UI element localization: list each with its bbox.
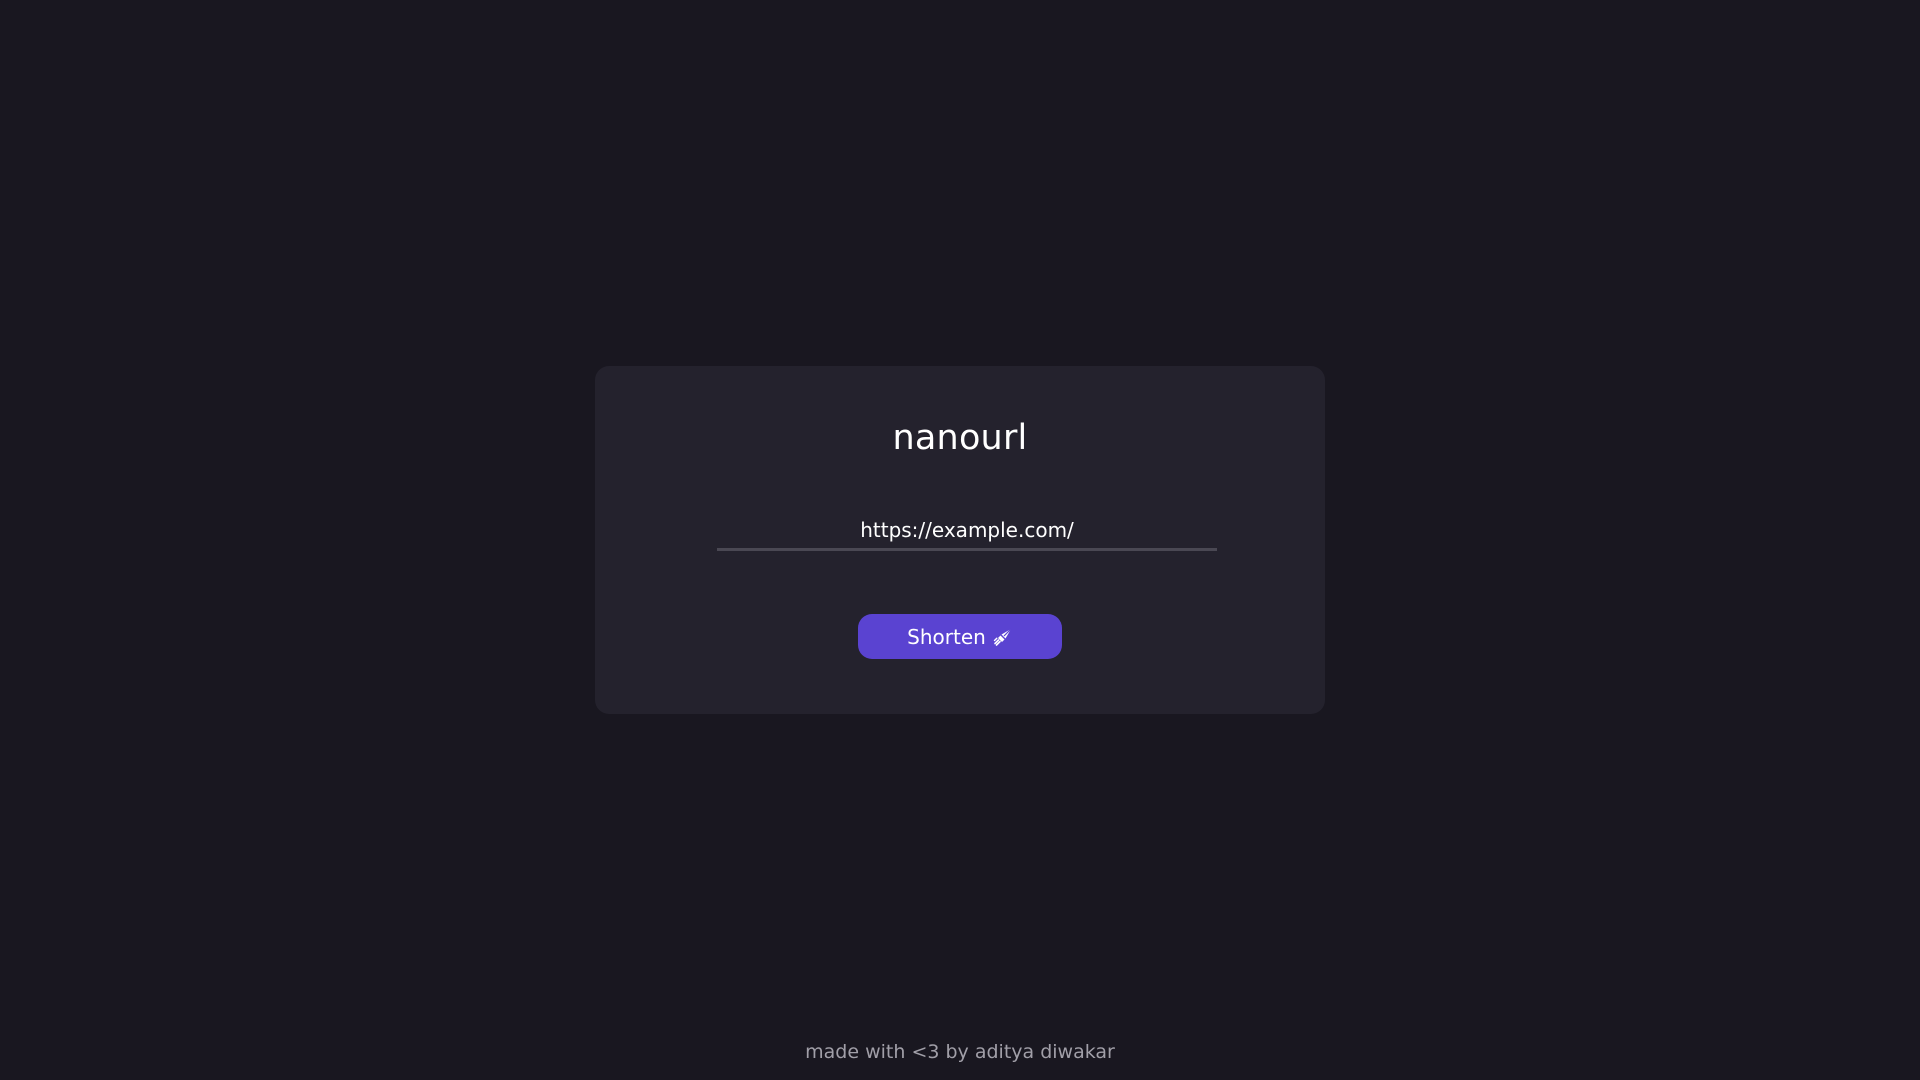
- rocket-icon: [993, 627, 1013, 647]
- url-input[interactable]: [717, 512, 1217, 551]
- page: nanourl Shorten made with <3 by aditya d…: [0, 0, 1920, 1080]
- shorten-button[interactable]: Shorten: [858, 614, 1062, 659]
- shorten-button-label: Shorten: [907, 624, 986, 649]
- footer-credit: made with <3 by aditya diwakar: [805, 1041, 1115, 1063]
- shortener-card: nanourl Shorten: [595, 366, 1325, 714]
- app-title: nanourl: [892, 418, 1028, 458]
